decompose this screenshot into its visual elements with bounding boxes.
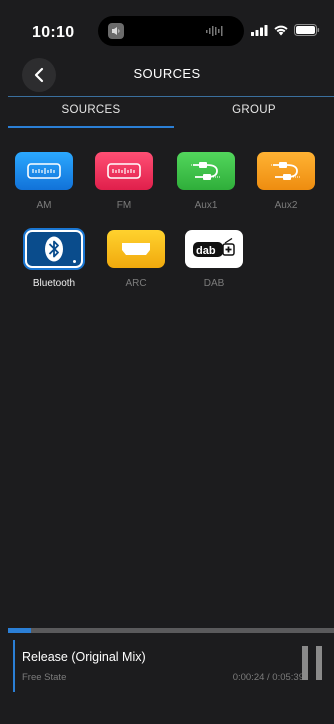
dab-plus-icon: dab <box>185 230 243 268</box>
tab-bar: SOURCES GROUP <box>8 104 334 128</box>
source-fm[interactable]: FM <box>94 152 154 211</box>
now-playing-bar[interactable]: Release (Original Mix) Free State 0:00:2… <box>8 628 334 724</box>
pause-icon <box>302 646 308 680</box>
tab-group[interactable]: GROUP <box>174 104 334 128</box>
pause-button[interactable] <box>302 646 324 680</box>
source-label: AM <box>36 200 52 211</box>
hdmi-icon <box>107 230 165 268</box>
source-label: Aux2 <box>274 200 298 211</box>
fm-radio-icon <box>95 152 153 190</box>
source-arc[interactable]: ARC <box>106 230 166 289</box>
player-accent <box>13 640 15 692</box>
progress-track[interactable] <box>8 628 334 633</box>
source-label: Aux1 <box>194 200 218 211</box>
status-time: 10:10 <box>32 24 75 41</box>
source-dab[interactable]: dab DAB <box>184 230 244 289</box>
tab-sources[interactable]: SOURCES <box>8 104 174 128</box>
aux-cable-icon <box>257 152 315 190</box>
source-bluetooth[interactable]: Bluetooth <box>24 230 84 289</box>
svg-text:dab: dab <box>196 245 216 257</box>
status-icons <box>251 24 320 36</box>
am-radio-icon <box>15 152 73 190</box>
track-artist: Free State <box>22 672 67 683</box>
source-label: Bluetooth <box>32 278 76 289</box>
source-label: DAB <box>203 278 225 289</box>
source-am[interactable]: AM <box>14 152 74 211</box>
bluetooth-icon <box>25 230 83 268</box>
tab-selected-indicator <box>8 126 174 128</box>
status-bar: 10:10 <box>0 0 334 56</box>
registered-dot <box>73 260 76 263</box>
cellular-signal-icon <box>251 24 268 36</box>
aux-cable-icon <box>177 152 235 190</box>
source-label: FM <box>116 200 132 211</box>
dynamic-island <box>98 16 244 46</box>
source-aux1[interactable]: Aux1 <box>176 152 236 211</box>
source-aux2[interactable]: Aux2 <box>256 152 316 211</box>
source-label: ARC <box>125 278 147 289</box>
page-title: SOURCES <box>133 66 201 81</box>
track-time: 0:00:24 / 0:05:39 <box>232 672 304 683</box>
audio-level-icon <box>206 24 228 42</box>
pause-icon <box>316 646 322 680</box>
track-title: Release (Original Mix) <box>22 650 146 664</box>
battery-icon <box>294 24 320 36</box>
speaker-icon <box>108 23 124 39</box>
progress-fill <box>8 628 31 633</box>
wifi-icon <box>274 25 288 36</box>
navigation-bar: SOURCES <box>0 56 334 96</box>
nav-divider <box>8 96 334 97</box>
